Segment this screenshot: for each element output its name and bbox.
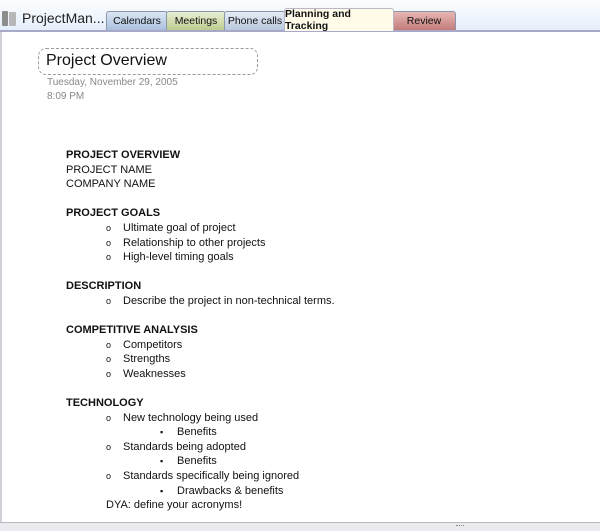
circle-bullet-icon: o	[106, 339, 112, 350]
sub-list-item: ▪ Benefits	[160, 455, 217, 468]
circle-bullet-icon: o	[106, 295, 112, 306]
circle-bullet-icon: o	[106, 471, 112, 482]
line-company-name: COMPANY NAME	[66, 178, 156, 191]
acronym-note: DYA: define your acronyms!	[106, 499, 243, 512]
list-item: o Standards specifically being ignored	[106, 470, 300, 483]
circle-bullet-icon: o	[106, 222, 112, 233]
square-bullet-icon: ▪	[160, 427, 164, 438]
page-title[interactable]: Project Overview	[46, 52, 167, 70]
notebook-title: ProjectMan...	[22, 10, 105, 26]
circle-bullet-icon: o	[106, 237, 112, 248]
sub-list-item: ▪ Drawbacks & benefits	[160, 484, 284, 497]
notebook-icon	[2, 10, 16, 26]
list-item: o Ultimate goal of project	[106, 221, 236, 234]
tab-phone-calls[interactable]: Phone calls	[224, 11, 286, 30]
heading-competitive-analysis: COMPETITIVE ANALYSIS	[66, 324, 198, 337]
list-item: o Describe the project in non-technical t…	[106, 294, 335, 307]
circle-bullet-icon: o	[106, 441, 112, 452]
page-date: Tuesday, November 29, 2005	[47, 77, 178, 88]
circle-bullet-icon: o	[106, 252, 112, 263]
circle-bullet-icon: o	[106, 412, 112, 423]
heading-project-goals: PROJECT GOALS	[66, 207, 161, 220]
page-date-time: Tuesday, November 29, 2005 8:09 PM	[47, 76, 178, 104]
square-bullet-icon: ▪	[160, 456, 164, 467]
tab-calendars[interactable]: Calendars	[106, 11, 168, 30]
section-tab-bar: ProjectMan... Calendars Meetings Phone c…	[0, 0, 600, 32]
tab-planning-and-tracking[interactable]: Planning and Tracking	[284, 8, 394, 32]
circle-bullet-icon: o	[106, 354, 112, 365]
heading-technology: TECHNOLOGY	[66, 397, 144, 410]
square-bullet-icon: ▪	[160, 485, 164, 496]
heading-description: DESCRIPTION	[66, 280, 142, 293]
list-item: o New technology being used	[106, 411, 259, 424]
page-time: 8:09 PM	[47, 91, 85, 102]
page-canvas[interactable]: Project Overview Tuesday, November 29, 2…	[0, 32, 600, 522]
list-item: o Weaknesses	[106, 367, 186, 380]
list-item: o Competitors	[106, 338, 183, 351]
notebook-selector[interactable]: ProjectMan...	[2, 6, 104, 30]
scroll-grip-icon[interactable]	[456, 525, 464, 529]
tab-meetings[interactable]: Meetings	[166, 11, 226, 30]
list-item: o High-level timing goals	[106, 251, 234, 264]
tab-review[interactable]: Review	[392, 11, 456, 30]
list-item: o Standards being adopted	[106, 440, 246, 453]
list-item: o Strengths	[106, 353, 171, 366]
note-content[interactable]: PROJECT OVERVIEW PROJECT NAME COMPANY NA…	[66, 148, 335, 513]
sub-list-item: ▪ Benefits	[160, 426, 217, 439]
heading-project-overview: PROJECT OVERVIEW	[66, 149, 181, 161]
circle-bullet-icon: o	[106, 368, 112, 379]
line-project-name: PROJECT NAME	[66, 163, 152, 176]
list-item: o Relationship to other projects	[106, 236, 266, 249]
